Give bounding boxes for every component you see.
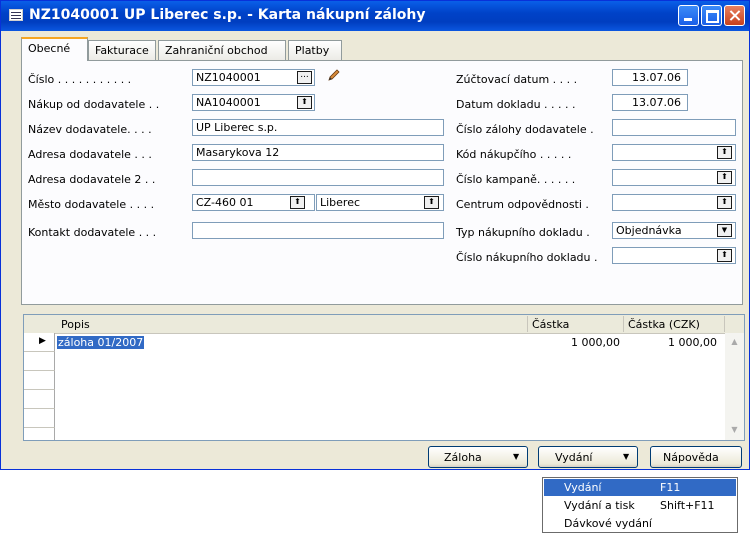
datum-dokladu-input[interactable]: 13.07.06 — [612, 94, 688, 111]
castka-cell[interactable]: 1 000,00 — [571, 336, 620, 349]
menu-item-shortcut: Shift+F11 — [660, 499, 715, 512]
tab-zahranicni-obchod[interactable]: Zahraniční obchod — [158, 40, 286, 60]
typ-dokladu-label: Typ nákupního dokladu . — [456, 226, 590, 239]
popis-cell: záloha 01/2007 — [57, 336, 145, 349]
row-selector[interactable] — [24, 390, 55, 409]
mesto-lookup-icon[interactable] — [424, 196, 439, 209]
centrum-label: Centrum odpovědnosti . — [456, 198, 589, 211]
adresa-input[interactable]: Masarykova 12 — [192, 144, 444, 161]
nakup-od-value: NA1040001 — [196, 96, 261, 109]
menu-item-davkove-vydani[interactable]: Dávkové vydání — [544, 515, 736, 532]
psc-value: CZ-460 01 — [196, 196, 254, 209]
nazev-value: UP Liberec s.p. — [196, 121, 278, 134]
kontakt-label: Kontakt dodavatele . . . — [28, 226, 157, 239]
zaloha-button[interactable]: Záloha ▼ — [428, 446, 528, 468]
zuctovaci-label: Zúčtovací datum . . . . — [456, 73, 578, 86]
menu-item-label: Vydání — [564, 481, 602, 494]
adresa2-label: Adresa dodavatele 2 . . — [28, 173, 156, 186]
vydani-button[interactable]: Vydání ▼ — [538, 446, 638, 468]
tab-platby[interactable]: Platby — [288, 40, 342, 60]
datum-dokladu-label: Datum dokladu . . . . . — [456, 98, 576, 111]
row-selector[interactable] — [24, 428, 55, 440]
vydani-button-label: Vydání — [555, 451, 593, 464]
datum-dokladu-value: 13.07.06 — [632, 96, 681, 109]
cislo-dokladu-lookup-icon[interactable] — [717, 249, 732, 262]
napoveda-button[interactable]: Nápověda — [650, 446, 742, 468]
zuctovaci-input[interactable]: 13.07.06 — [612, 69, 688, 86]
adresa-label: Adresa dodavatele . . . — [28, 148, 152, 161]
tab-fakturace-label: Fakturace — [95, 44, 149, 57]
col-popis-header[interactable]: Popis — [61, 318, 90, 331]
row-selector[interactable] — [24, 371, 55, 390]
row-selector[interactable] — [24, 352, 55, 371]
pencil-icon[interactable] — [327, 68, 341, 82]
cislo-kampane-lookup-icon[interactable] — [717, 171, 732, 184]
kod-nakupciho-label: Kód nákupčího . . . . . — [456, 148, 572, 161]
adresa2-input[interactable] — [192, 169, 444, 186]
adresa-value: Masarykova 12 — [196, 146, 280, 159]
chevron-down-icon[interactable] — [717, 224, 732, 237]
menu-item-shortcut: F11 — [660, 481, 681, 494]
window-title: NZ1040001 UP Liberec s.p. - Karta nákupn… — [29, 7, 426, 23]
row-selector-current[interactable]: ▶ — [24, 333, 55, 352]
zaloha-button-label: Záloha — [444, 451, 482, 464]
tab-obecne[interactable]: Obecné — [21, 37, 88, 61]
cislo-dokladu-label: Číslo nákupního dokladu . — [456, 251, 598, 264]
psc-lookup-icon[interactable] — [290, 196, 305, 209]
castka-czk-cell[interactable]: 1 000,00 — [668, 336, 717, 349]
col-castka-czk-header[interactable]: Částka (CZK) — [628, 318, 700, 331]
menu-item-vydani[interactable]: Vydání F11 — [544, 479, 736, 496]
vertical-scrollbar[interactable]: ▲ ▼ — [725, 333, 744, 440]
tab-obecne-label: Obecné — [28, 42, 71, 55]
card-window: NZ1040001 UP Liberec s.p. - Karta nákupn… — [0, 0, 750, 470]
title-bar[interactable]: NZ1040001 UP Liberec s.p. - Karta nákupn… — [1, 1, 749, 31]
vydani-dropdown-menu: Vydání F11 Vydání a tisk Shift+F11 Dávko… — [542, 477, 738, 533]
scroll-up-icon[interactable]: ▲ — [727, 335, 742, 350]
chevron-down-icon: ▼ — [623, 452, 630, 461]
mesto-value: Liberec — [320, 196, 361, 209]
form-icon — [9, 9, 23, 21]
table-row[interactable]: záloha 01/2007 1 000,00 1 000,00 — [55, 333, 725, 352]
nazev-input[interactable]: UP Liberec s.p. — [192, 119, 444, 136]
col-castka-header[interactable]: Částka — [532, 318, 569, 331]
menu-item-label: Dávkové vydání — [564, 517, 652, 530]
row-selector[interactable] — [24, 409, 55, 428]
assist-edit-icon[interactable] — [297, 71, 312, 84]
tab-panel-obecne: Číslo . . . . . . . . . . . Nákup od dod… — [21, 60, 743, 305]
lookup-arrow-icon[interactable] — [297, 96, 312, 109]
maximize-button[interactable] — [701, 5, 722, 26]
cislo-zalohy-label: Číslo zálohy dodavatele . — [456, 123, 594, 136]
cislo-label: Číslo . . . . . . . . . . . — [28, 73, 132, 86]
cislo-value: NZ1040001 — [196, 71, 261, 84]
nazev-label: Název dodavatele. . . . — [28, 123, 152, 136]
napoveda-button-label: Nápověda — [663, 451, 719, 464]
current-row-arrow-icon: ▶ — [39, 336, 46, 346]
close-button[interactable] — [724, 5, 745, 26]
typ-dokladu-value: Objednávka — [616, 224, 682, 237]
lines-grid[interactable]: Popis Částka Částka (CZK) ▶ záloha 01/20… — [23, 314, 745, 441]
menu-item-vydani-a-tisk[interactable]: Vydání a tisk Shift+F11 — [544, 497, 736, 514]
nakup-od-label: Nákup od dodavatele . . — [28, 98, 160, 111]
tab-zahranicni-label: Zahraniční obchod — [165, 44, 268, 57]
tab-platby-label: Platby — [295, 44, 330, 57]
centrum-lookup-icon[interactable] — [717, 196, 732, 209]
tab-fakturace[interactable]: Fakturace — [88, 40, 156, 60]
scroll-down-icon[interactable]: ▼ — [727, 423, 742, 438]
mesto-label: Město dodavatele . . . . — [28, 198, 155, 211]
zuctovaci-value: 13.07.06 — [632, 71, 681, 84]
kontakt-input[interactable] — [192, 222, 444, 239]
grid-header: Popis Částka Částka (CZK) — [24, 315, 744, 334]
chevron-down-icon: ▼ — [513, 452, 520, 461]
cislo-kampane-label: Číslo kampaně. . . . . . — [456, 173, 576, 186]
minimize-button[interactable] — [678, 5, 699, 26]
menu-item-label: Vydání a tisk — [564, 499, 635, 512]
cislo-zalohy-input[interactable] — [612, 119, 736, 136]
kod-nakupciho-lookup-icon[interactable] — [717, 146, 732, 159]
